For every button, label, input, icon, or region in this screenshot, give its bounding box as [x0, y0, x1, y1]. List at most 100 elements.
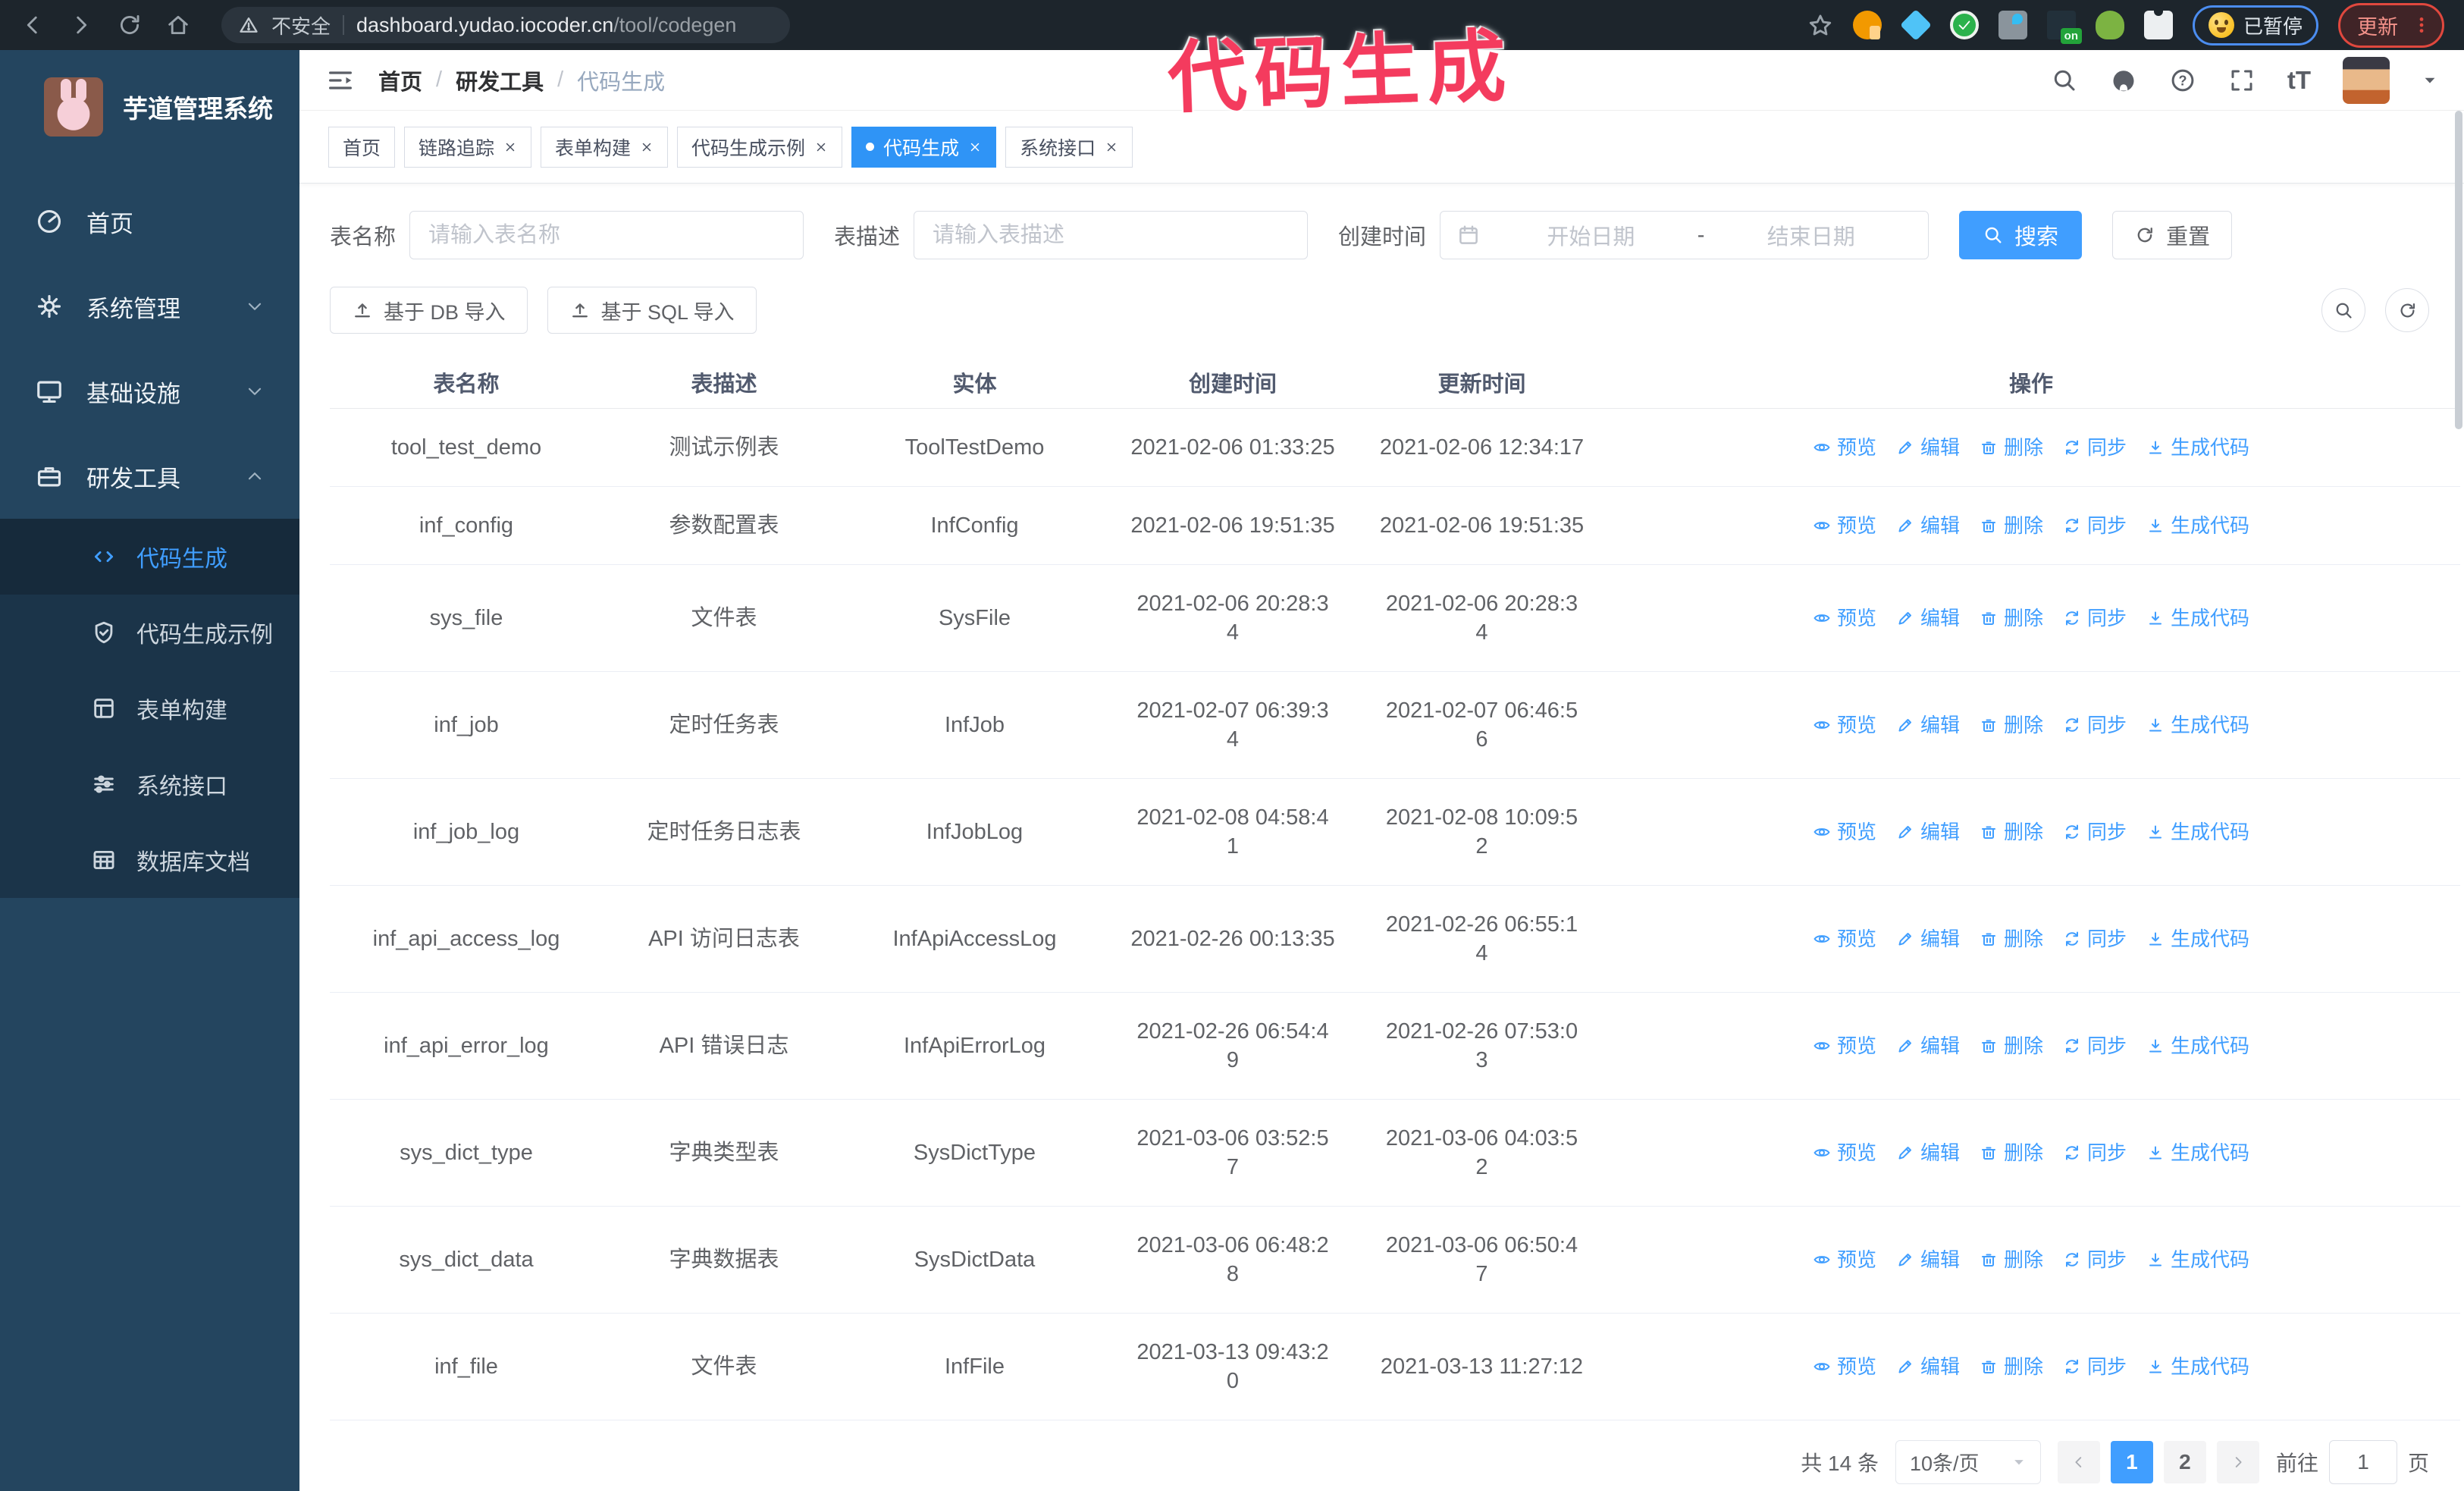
- extension-icon-5[interactable]: on: [2046, 11, 2082, 44]
- goto-page-input[interactable]: [2328, 1439, 2397, 1484]
- date-range-picker[interactable]: 开始日期 - 结束日期: [1440, 211, 1930, 259]
- action-generate[interactable]: 生成代码: [2146, 433, 2249, 462]
- extension-icon-1[interactable]: [1852, 11, 1882, 39]
- action-preview[interactable]: 预览: [1813, 1031, 1876, 1060]
- action-edit[interactable]: 编辑: [1896, 433, 1960, 462]
- sidebar-item-db-doc[interactable]: 数据库文档: [0, 822, 299, 898]
- action-delete[interactable]: 删除: [1980, 511, 2043, 540]
- action-delete[interactable]: 删除: [1980, 711, 2043, 739]
- action-preview[interactable]: 预览: [1813, 433, 1876, 462]
- browser-update-button[interactable]: 更新: [2338, 2, 2444, 48]
- action-delete[interactable]: 删除: [1980, 1031, 2043, 1060]
- reset-button[interactable]: 重置: [2112, 211, 2233, 259]
- action-sync[interactable]: 同步: [2063, 818, 2127, 846]
- action-sync[interactable]: 同步: [2063, 924, 2127, 953]
- action-generate[interactable]: 生成代码: [2146, 1245, 2249, 1274]
- action-edit[interactable]: 编辑: [1896, 924, 1960, 953]
- action-edit[interactable]: 编辑: [1896, 1138, 1960, 1167]
- extension-icon-4[interactable]: [1998, 11, 2027, 39]
- action-edit[interactable]: 编辑: [1896, 511, 1960, 540]
- browser-back-icon[interactable]: [20, 12, 45, 38]
- action-edit[interactable]: 编辑: [1896, 1245, 1960, 1274]
- action-sync[interactable]: 同步: [2063, 511, 2127, 540]
- action-preview[interactable]: 预览: [1813, 511, 1876, 540]
- action-edit[interactable]: 编辑: [1896, 604, 1960, 632]
- action-generate[interactable]: 生成代码: [2146, 1138, 2249, 1167]
- puzzle-extension-icon[interactable]: [2143, 7, 2173, 39]
- sidebar-toggle-icon[interactable]: [325, 65, 356, 96]
- sidebar-item-devtools[interactable]: 研发工具: [0, 434, 299, 519]
- sidebar-item-codegen[interactable]: 代码生成: [0, 519, 299, 595]
- prev-page-button[interactable]: [2057, 1440, 2100, 1483]
- action-edit[interactable]: 编辑: [1896, 1352, 1960, 1381]
- action-sync[interactable]: 同步: [2063, 604, 2127, 632]
- action-preview[interactable]: 预览: [1813, 604, 1876, 632]
- page-button-1[interactable]: 1: [2110, 1440, 2153, 1483]
- end-date-placeholder[interactable]: 结束日期: [1710, 219, 1911, 251]
- action-sync[interactable]: 同步: [2063, 711, 2127, 739]
- action-delete[interactable]: 删除: [1980, 818, 2043, 846]
- start-date-placeholder[interactable]: 开始日期: [1491, 219, 1691, 251]
- action-edit[interactable]: 编辑: [1896, 711, 1960, 739]
- help-icon[interactable]: ?: [2169, 67, 2196, 94]
- action-edit[interactable]: 编辑: [1896, 818, 1960, 846]
- avatar-caret-down-icon[interactable]: [2422, 72, 2438, 89]
- breadcrumb-home[interactable]: 首页: [378, 64, 422, 96]
- action-delete[interactable]: 删除: [1980, 1138, 2043, 1167]
- action-delete[interactable]: 删除: [1980, 1245, 2043, 1274]
- action-delete[interactable]: 删除: [1980, 433, 2043, 462]
- action-preview[interactable]: 预览: [1813, 1352, 1876, 1381]
- action-preview[interactable]: 预览: [1813, 818, 1876, 846]
- tab-表单构建[interactable]: 表单构建: [541, 126, 669, 168]
- action-delete[interactable]: 删除: [1980, 924, 2043, 953]
- action-sync[interactable]: 同步: [2063, 1352, 2127, 1381]
- import-db-button[interactable]: 基于 DB 导入: [330, 287, 528, 334]
- search-button[interactable]: 搜索: [1959, 211, 2083, 259]
- user-avatar[interactable]: [2343, 56, 2390, 104]
- header-search-icon[interactable]: [2051, 67, 2078, 94]
- action-generate[interactable]: 生成代码: [2146, 818, 2249, 846]
- next-page-button[interactable]: [2216, 1440, 2259, 1483]
- scrollbar-thumb[interactable]: [2455, 111, 2462, 429]
- browser-forward-icon[interactable]: [68, 12, 94, 38]
- page-scrollbar[interactable]: [2455, 65, 2462, 1483]
- action-preview[interactable]: 预览: [1813, 1245, 1876, 1274]
- action-preview[interactable]: 预览: [1813, 1138, 1876, 1167]
- fullscreen-icon[interactable]: [2228, 67, 2256, 94]
- sidebar-item-system-api[interactable]: 系统接口: [0, 746, 299, 822]
- action-generate[interactable]: 生成代码: [2146, 1031, 2249, 1060]
- bookmark-star-icon[interactable]: [1807, 12, 1833, 38]
- sidebar-item-home[interactable]: 首页: [0, 179, 299, 264]
- page-button-2[interactable]: 2: [2163, 1440, 2206, 1483]
- extension-icon-6[interactable]: [2095, 11, 2124, 39]
- sidebar-logo-row[interactable]: 芋道管理系统: [0, 50, 299, 164]
- extension-icon-2[interactable]: [1900, 9, 1932, 41]
- sidebar-item-system[interactable]: 系统管理: [0, 264, 299, 349]
- action-generate[interactable]: 生成代码: [2146, 511, 2249, 540]
- sidebar-item-form-builder[interactable]: 表单构建: [0, 670, 299, 746]
- sidebar-item-infra[interactable]: 基础设施: [0, 349, 299, 434]
- tab-链路追踪[interactable]: 链路追踪: [404, 126, 532, 168]
- table-desc-input[interactable]: [914, 211, 1309, 259]
- action-generate[interactable]: 生成代码: [2146, 604, 2249, 632]
- toggle-search-button[interactable]: [2321, 288, 2365, 332]
- action-preview[interactable]: 预览: [1813, 711, 1876, 739]
- action-generate[interactable]: 生成代码: [2146, 1352, 2249, 1381]
- page-size-select[interactable]: 10条/页: [1895, 1439, 2041, 1484]
- action-delete[interactable]: 删除: [1980, 1352, 2043, 1381]
- action-delete[interactable]: 删除: [1980, 604, 2043, 632]
- tab-首页[interactable]: 首页: [328, 126, 396, 168]
- action-sync[interactable]: 同步: [2063, 1138, 2127, 1167]
- action-generate[interactable]: 生成代码: [2146, 711, 2249, 739]
- action-sync[interactable]: 同步: [2063, 1245, 2127, 1274]
- tab-代码生成[interactable]: 代码生成: [851, 126, 997, 168]
- action-preview[interactable]: 预览: [1813, 924, 1876, 953]
- action-generate[interactable]: 生成代码: [2146, 924, 2249, 953]
- font-size-icon[interactable]: tT: [2287, 66, 2311, 95]
- sidebar-item-codegen-example[interactable]: 代码生成示例: [0, 595, 299, 670]
- action-edit[interactable]: 编辑: [1896, 1031, 1960, 1060]
- profile-paused-badge[interactable]: 已暂停: [2192, 5, 2318, 46]
- browser-reload-icon[interactable]: [117, 12, 143, 38]
- github-icon[interactable]: [2110, 67, 2137, 94]
- tab-系统接口[interactable]: 系统接口: [1005, 126, 1133, 168]
